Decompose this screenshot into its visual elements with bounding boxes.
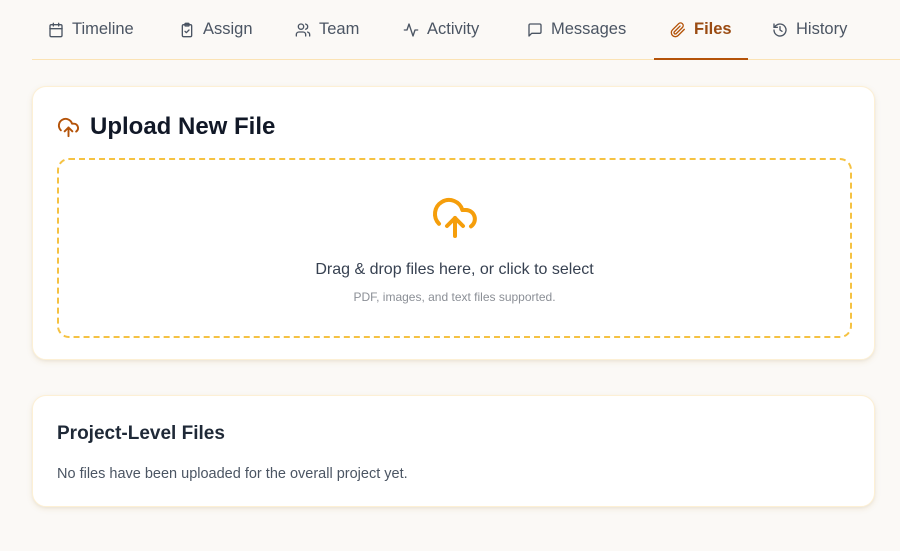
tab-label: Team xyxy=(319,20,360,38)
tab-label: Activity xyxy=(427,20,480,38)
tab-timeline[interactable]: Timeline xyxy=(32,0,150,59)
upload-heading: Upload New File xyxy=(57,113,275,141)
tab-history[interactable]: History xyxy=(756,0,863,59)
tab-label: Files xyxy=(694,20,732,38)
message-square-icon xyxy=(528,22,542,37)
calendar-icon xyxy=(49,22,63,37)
dropzone-hint: PDF, images, and text files supported. xyxy=(353,290,556,304)
tab-messages[interactable]: Messages xyxy=(511,0,642,59)
clipboard-check-icon xyxy=(181,22,193,37)
project-files-card: Project-Level Files No files have been u… xyxy=(32,395,875,507)
upload-card: Upload New File Drag & drop files here, … xyxy=(32,86,875,360)
tab-team[interactable]: Team xyxy=(279,0,375,59)
tab-label: Assign xyxy=(203,20,253,38)
users-icon xyxy=(295,22,311,37)
project-files-title: Project-Level Files xyxy=(57,423,225,444)
project-files-empty-message: No files have been uploaded for the over… xyxy=(57,466,408,482)
cloud-upload-icon xyxy=(58,117,79,137)
tab-assign[interactable]: Assign xyxy=(163,0,269,59)
tab-label: Messages xyxy=(551,20,627,38)
dropzone-text: Drag & drop files here, or click to sele… xyxy=(315,261,594,278)
upload-title: Upload New File xyxy=(90,113,276,140)
tab-label: Timeline xyxy=(72,20,134,38)
cloud-upload-icon xyxy=(433,197,477,238)
tab-files[interactable]: Files xyxy=(654,0,748,60)
file-dropzone[interactable]: Drag & drop files here, or click to sele… xyxy=(57,158,852,338)
tab-activity[interactable]: Activity xyxy=(387,0,495,59)
history-icon xyxy=(773,22,787,37)
activity-icon xyxy=(403,22,419,37)
tab-label: History xyxy=(796,20,848,38)
tab-bar: Timeline Assign Team Activity Messages F… xyxy=(32,0,900,60)
paperclip-icon xyxy=(670,21,685,37)
